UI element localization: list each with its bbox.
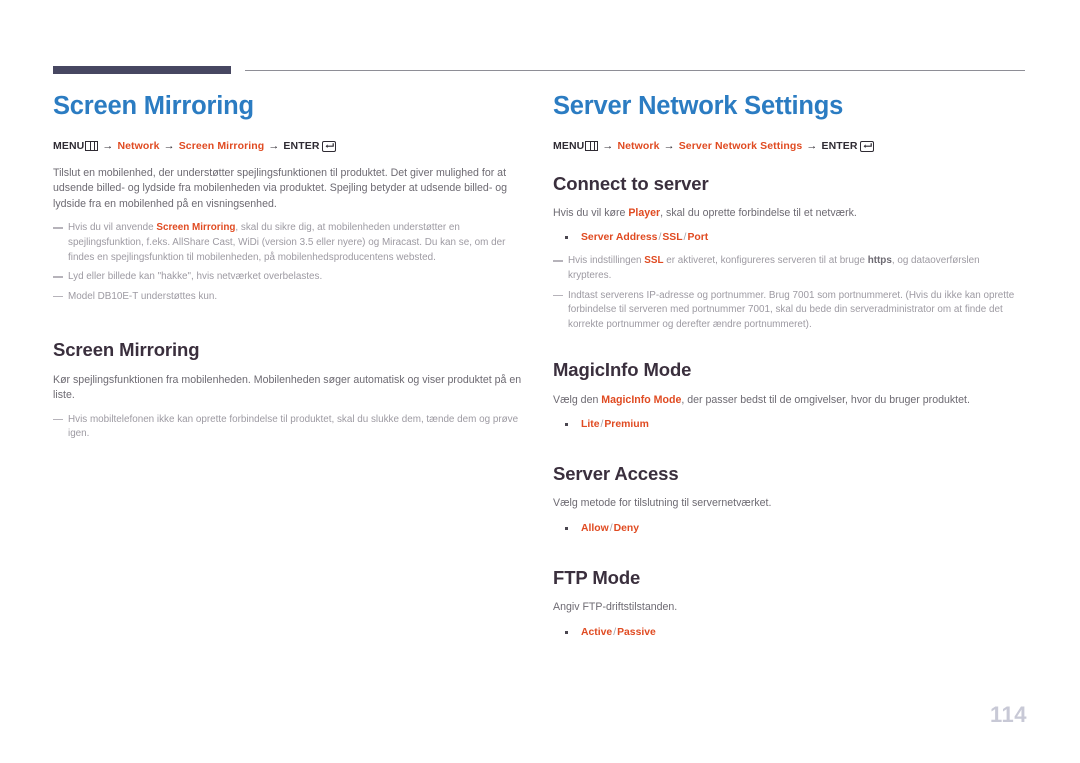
document-page: Screen Mirroring MENU → Network → Screen… (0, 0, 1080, 763)
menu-path-right: MENU → Network → Server Network Settings… (553, 139, 1025, 153)
note-item: Model DB10E-T understøttes kun. (53, 290, 525, 305)
section-heading-ftp-mode: FTP Mode (553, 566, 641, 588)
note-text-part1: Model DB10E-T understøttes kun. (68, 290, 218, 302)
arrow-icon-2: → (163, 140, 175, 153)
menu-path-step-server-network-settings: Server Network Settings (678, 139, 803, 152)
body-part2: , skal du oprette forbindelse til et net… (660, 206, 857, 219)
option-value-b: Premium (604, 419, 649, 431)
arrow-icon-2: → (663, 140, 675, 153)
menu-label: MENU (553, 139, 585, 152)
enter-return-icon (321, 140, 336, 152)
menu-path-left: MENU → Network → Screen Mirroring → ENTE… (53, 139, 525, 153)
option-value-a: Allow (581, 522, 609, 534)
menu-label: MENU (53, 139, 85, 152)
note-item: Hvis du vil anvende Screen Mirroring, sk… (53, 221, 525, 265)
header-rule-bar (53, 66, 231, 74)
option-value-a: Server Address (581, 232, 658, 244)
note-text: Hvis mobiltelefonen ikke kan oprette for… (68, 413, 519, 440)
body-part1: Hvis du vil køre (553, 206, 629, 219)
section-heading-server-access: Server Access (553, 463, 679, 485)
menu-bars-icon (85, 141, 99, 152)
section-body-server-access: Vælg metode for tilslutning til serverne… (553, 497, 772, 510)
section-heading-magicinfo-mode: MagicInfo Mode (553, 359, 692, 381)
menu-path-step-network: Network (117, 139, 160, 152)
note-item: Hvis mobiltelefonen ikke kan oprette for… (53, 413, 525, 442)
enter-label: ENTER (821, 139, 858, 152)
menu-path-step-screen-mirroring: Screen Mirroring (178, 139, 265, 152)
option-row-ftp-mode[interactable]: Active/Passive (553, 625, 1025, 640)
page-title-left: Screen Mirroring (53, 92, 254, 120)
note-part1: Hvis indstillingen (568, 255, 645, 267)
note-item: Hvis indstillingen SSL er aktiveret, kon… (553, 254, 1025, 283)
enter-label: ENTER (283, 139, 320, 152)
right-column: Server Network Settings MENU → Network →… (553, 92, 1025, 649)
note-text: Indtast serverens IP-adresse og portnumm… (568, 289, 1015, 330)
body-part1: Vælg den (553, 393, 602, 406)
page-title-right: Server Network Settings (553, 92, 844, 120)
option-value-c: Port (687, 232, 709, 244)
note-item: Indtast serverens IP-adresse og portnumm… (553, 289, 1025, 333)
arrow-icon-3: → (806, 140, 818, 153)
menu-path-step-network: Network (617, 139, 660, 152)
option-value-a: Lite (581, 419, 600, 431)
arrow-icon-1: → (602, 140, 614, 153)
note-item: Lyd eller billede kan "hakke", hvis netv… (53, 270, 525, 285)
option-row-magicinfo-mode[interactable]: Lite/Premium (553, 417, 1025, 432)
note-highlight-https: https (867, 255, 892, 267)
section-heading-screen-mirroring: Screen Mirroring (53, 339, 200, 361)
section-body-ftp-mode: Angiv FTP-driftstilstanden. (553, 601, 678, 614)
section-heading-connect-to-server: Connect to server (553, 172, 709, 194)
note-highlight-ssl: SSL (644, 255, 664, 267)
arrow-icon-1: → (102, 140, 114, 153)
body-highlight-player: Player (628, 206, 661, 219)
intro-paragraph-left: Tilslut en mobilenhed, der understøtter … (53, 166, 508, 210)
enter-return-icon (859, 140, 874, 152)
option-row-server-access[interactable]: Allow/Deny (553, 521, 1025, 536)
note-part2: er aktiveret, konfigureres serveren til … (663, 255, 868, 267)
option-value-b: Deny (613, 522, 640, 534)
body-part2: , der passer bedst til de omgivelser, hv… (681, 393, 970, 406)
header-rule (53, 66, 1025, 76)
left-column: Screen Mirroring MENU → Network → Screen… (53, 92, 525, 447)
note-text-part1: Lyd eller billede kan "hakke", hvis netv… (68, 271, 323, 283)
note-highlight: Screen Mirroring (156, 222, 236, 234)
option-value-b: SSL (662, 232, 683, 244)
page-number: 114 (990, 702, 1027, 727)
section-body-screen-mirroring: Kør spejlingsfunktionen fra mobilenheden… (53, 373, 522, 402)
body-highlight-magicinfo-mode: MagicInfo Mode (601, 393, 682, 406)
note-text-part1: Hvis du vil anvende (68, 222, 157, 234)
menu-bars-icon (585, 141, 599, 152)
header-rule-line (245, 70, 1025, 71)
option-value-b: Passive (617, 626, 656, 638)
option-row-server-address[interactable]: Server Address/SSL/Port (553, 230, 1025, 245)
option-value-a: Active (581, 626, 613, 638)
section-body-connect-to-server: Hvis du vil køre Player, skal du oprette… (553, 206, 1025, 222)
arrow-icon-3: → (268, 140, 280, 153)
section-body-magicinfo-mode: Vælg den MagicInfo Mode, der passer beds… (553, 393, 1025, 409)
